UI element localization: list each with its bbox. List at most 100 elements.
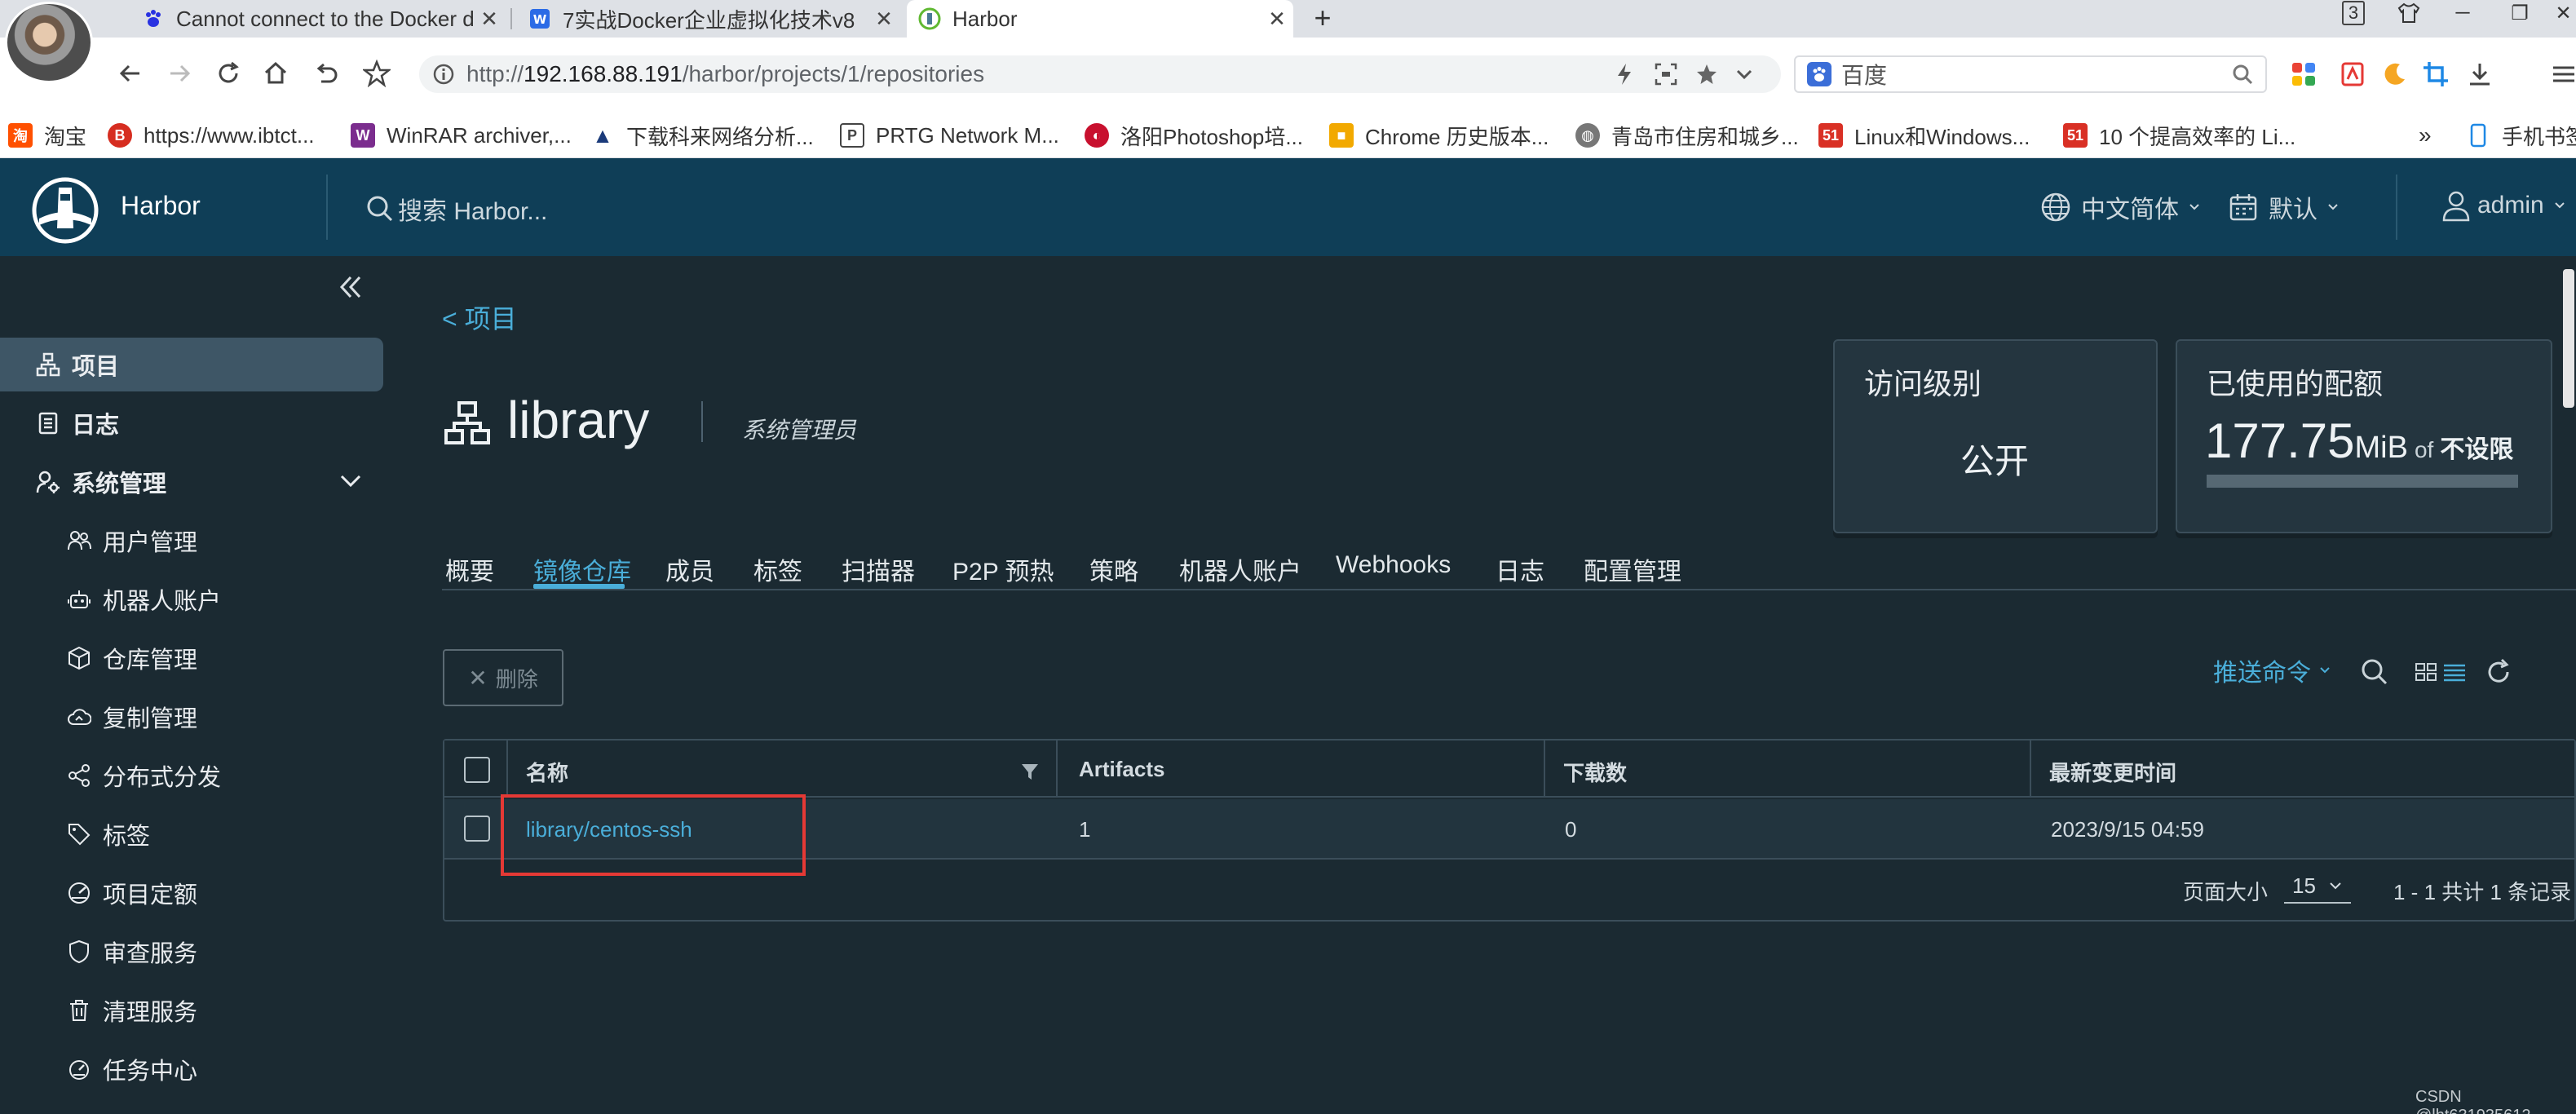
mobile-bookmarks[interactable]: 手机书签 [2466,119,2576,152]
harbor-global-search[interactable]: 搜索 Harbor... [365,191,547,227]
datetime-format-selector[interactable]: 默认 [2228,189,2340,225]
sidebar-item-interrogation-services[interactable]: 审查服务 [0,925,383,979]
close-tab-icon[interactable]: ✕ [868,7,900,32]
tab-labels[interactable]: 标签 [753,551,802,587]
tab-webhooks[interactable]: Webhooks [1336,551,1451,579]
search-icon[interactable] [2358,656,2391,688]
sidebar-item-registries[interactable]: 仓库管理 [0,631,383,685]
forward-arrow-icon[interactable] [161,55,197,91]
tab-p2p-preheat[interactable]: P2P 预热 [952,551,1054,587]
site-info-icon[interactable] [432,63,455,86]
night-mode-moon-icon[interactable] [2379,59,2410,90]
globe-icon: ◍ [1575,123,1600,148]
address-bar[interactable]: http://192.168.88.191/harbor/projects/1/… [419,55,1781,93]
column-header-updated[interactable]: 最新变更时间 [2049,757,2176,787]
sidebar-item-logs[interactable]: 日志 [0,396,383,450]
chevron-down-icon[interactable] [336,466,365,496]
scrollbar-thumb[interactable] [2563,269,2574,408]
column-header-downloads[interactable]: 下载数 [1563,757,1627,787]
page-size-select[interactable]: 15 [2284,869,2351,904]
browser-tab-docker-error[interactable]: Cannot connect to the Docker daemon ✕ [130,0,506,38]
sidebar-item-replications[interactable]: 复制管理 [0,690,383,744]
delete-button[interactable]: ✕ 删除 [443,649,563,706]
breadcrumb-projects[interactable]: < 项目 [442,298,517,336]
bookmarks-overflow-button[interactable]: » [2419,119,2432,152]
sidebar-item-project-quotas[interactable]: 项目定额 [0,866,383,920]
sidebar-item-clean-up[interactable]: 清理服务 [0,984,383,1037]
harbor-logo-icon[interactable] [31,176,99,245]
sidebar-item-users[interactable]: 用户管理 [0,514,383,568]
undo-close-icon[interactable] [308,55,344,91]
sidebar-item-distributions[interactable]: 分布式分发 [0,749,383,802]
close-window-button[interactable]: ✕ [2551,0,2576,26]
browser-tab-docker-doc[interactable]: W 7实战Docker企业虚拟化技术v8 ✕ [517,0,900,38]
apps-grid-icon[interactable] [2288,59,2319,90]
download-icon[interactable] [2464,59,2495,90]
filter-icon[interactable] [1020,762,1040,781]
screenshot-icon[interactable] [1654,55,1678,93]
sidebar-item-job-service[interactable]: 任务中心 [0,1042,383,1096]
search-icon[interactable] [2231,63,2254,86]
skin-icon[interactable] [2389,0,2428,26]
tab-scanner[interactable]: 扫描器 [842,551,915,587]
globe-icon [2040,192,2071,223]
sidebar-item-projects[interactable]: 项目 [0,338,383,391]
lightning-icon[interactable] [1615,55,1634,93]
chevron-down-icon[interactable] [1734,55,1755,93]
browser-search-box[interactable]: 百度 [1794,55,2267,93]
push-command-dropdown[interactable]: 推送命令 [2213,652,2332,688]
bookmark-item[interactable]: B https://www.ibtct... [108,119,315,152]
close-tab-icon[interactable]: ✕ [1261,7,1293,32]
menu-hamburger-icon[interactable] [2549,59,2576,90]
tab-policy[interactable]: 策略 [1089,551,1138,587]
tab-configuration[interactable]: 配置管理 [1584,551,1681,587]
profile-avatar[interactable] [5,2,93,83]
bookmark-item[interactable]: W WinRAR archiver,... [351,119,572,152]
column-header-name[interactable]: 名称 [526,757,568,787]
tab-robot-accounts[interactable]: 机器人账户 [1179,551,1301,587]
close-tab-icon[interactable]: ✕ [473,7,506,32]
51cto-icon: 51 [2063,123,2088,148]
refresh-icon[interactable] [2482,656,2515,688]
pdf-icon[interactable] [2337,59,2368,90]
harbor-brand[interactable]: Harbor [121,191,201,221]
minimize-button[interactable]: ─ [2443,0,2482,26]
new-tab-button[interactable]: + [1306,2,1339,34]
browser-tab-harbor[interactable]: Harbor ✕ [907,0,1293,38]
bookmark-star-icon[interactable] [359,55,395,91]
project-role: 系统管理员 [742,418,857,443]
tab-summary[interactable]: 概要 [445,551,494,587]
row-checkbox[interactable] [464,816,490,842]
back-arrow-icon[interactable] [113,55,148,91]
tab-repositories[interactable]: 镜像仓库 [533,551,631,587]
bookmark-item[interactable]: 51 Linux和Windows... [1818,119,2030,152]
bookmark-item[interactable]: P PRTG Network M... [840,119,1059,152]
bookmark-item[interactable]: 淘 淘宝 [8,119,86,152]
bookmark-item[interactable]: ▲ 下载科来网络分析... [590,119,814,152]
tab-count-button[interactable]: 3 [2331,0,2376,26]
quota-used: 177.75 [2205,413,2355,468]
tab-logs[interactable]: 日志 [1496,551,1544,587]
sidebar-item-robot-accounts[interactable]: 机器人账户 [0,572,383,626]
column-header-artifacts[interactable]: Artifacts [1079,757,1164,782]
chrome-history-icon: ■ [1329,123,1354,148]
tab-members[interactable]: 成员 [665,551,714,587]
sidebar-item-administration[interactable]: 系统管理 [0,455,383,509]
select-all-checkbox[interactable] [464,757,490,783]
sidebar-item-label: 任务中心 [103,1059,198,1085]
home-icon[interactable] [258,55,294,91]
restore-button[interactable]: ❐ [2500,0,2539,26]
access-level-title: 访问级别 [1864,367,1982,400]
reload-icon[interactable] [210,55,246,91]
bookmark-item[interactable]: ■ Chrome 历史版本... [1329,119,1549,152]
crop-icon[interactable] [2420,59,2451,90]
favorite-star-icon[interactable] [1695,55,1719,93]
sidebar-item-labels[interactable]: 标签 [0,807,383,861]
bookmark-item[interactable]: 51 10 个提高效率的 Li... [2063,119,2295,152]
bookmark-item[interactable]: ◐ 洛阳Photoshop培... [1085,119,1303,152]
language-selector[interactable]: 中文简体 [2040,189,2202,225]
list-view-icon[interactable] [2438,656,2471,688]
bookmark-item[interactable]: ◍ 青岛市住房和城乡... [1575,119,1799,152]
user-menu[interactable]: admin [2441,189,2567,222]
collapse-sidebar-icon[interactable] [334,271,367,303]
